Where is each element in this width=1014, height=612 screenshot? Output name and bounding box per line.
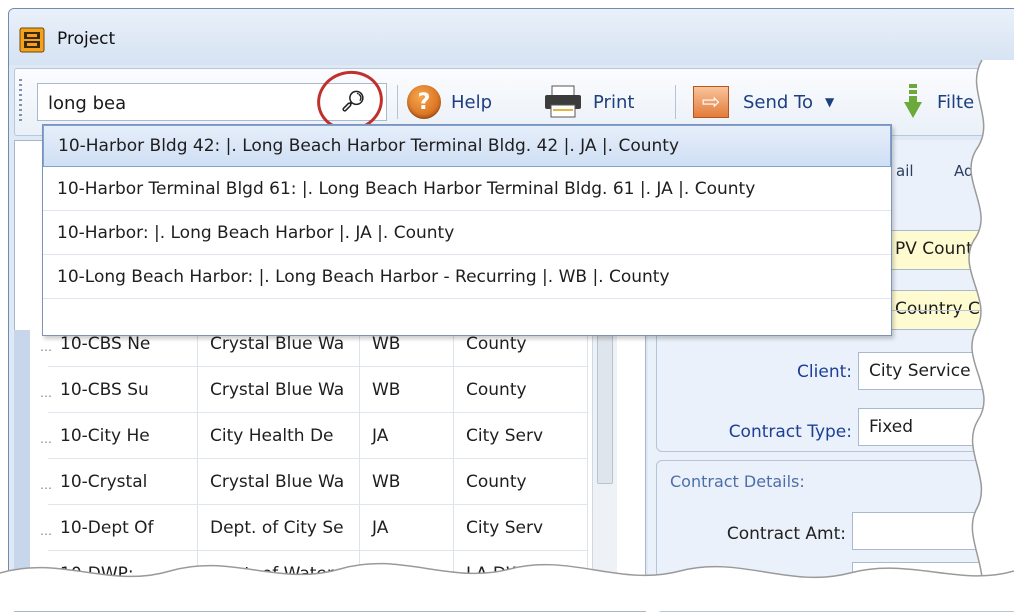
contract-amt-label: Contract Amt: [726, 524, 846, 544]
toolbar-separator [397, 85, 398, 119]
cell: 10-Crystal [48, 458, 198, 504]
print-button[interactable]: Print [543, 83, 634, 121]
help-icon: ? [407, 85, 441, 119]
contract-type-label: Contract Type: [728, 422, 852, 442]
cell: Dept. of City Se [198, 504, 360, 550]
suggestion-item[interactable]: 10-Harbor Bldg 42: |. Long Beach Harbor … [43, 125, 891, 167]
torn-edge-bottom [0, 562, 1014, 611]
help-button[interactable]: ? Help [407, 83, 492, 121]
suggestion-item[interactable]: 10-Harbor: |. Long Beach Harbor |. JA |.… [43, 213, 891, 255]
window-title: Project [57, 29, 116, 49]
table-row[interactable]: 10-City He City Health De JA City Serv [48, 412, 588, 459]
cell: 10-City He [48, 412, 198, 458]
search-suggestions-dropdown: 10-Harbor Bldg 42: |. Long Beach Harbor … [42, 124, 892, 336]
cell: WB [360, 366, 454, 412]
help-label: Help [451, 91, 493, 113]
cell: County [454, 458, 588, 504]
contract-details-title: Contract Details: [670, 472, 811, 491]
cell: City Health De [198, 412, 360, 458]
toolbar-grip[interactable] [19, 79, 22, 123]
send-to-button[interactable]: ⇨ Send To ▼ [693, 83, 834, 121]
cell: City Serv [454, 412, 588, 458]
client-label: Client: [797, 362, 852, 382]
printer-icon [545, 85, 581, 118]
cell: City Serv [454, 504, 588, 550]
table-row[interactable]: 10-Dept Of Dept. of City Se JA City Serv [48, 504, 588, 551]
cell: 10-Dept Of [48, 504, 198, 550]
chevron-down-icon: ▼ [825, 95, 835, 109]
arrow-right-icon: ⇨ [693, 86, 729, 118]
send-to-label: Send To [743, 91, 814, 113]
cell: JA [360, 504, 454, 550]
cell: WB [360, 458, 454, 504]
title-bar: Project [9, 9, 1014, 65]
cell: JA [360, 412, 454, 458]
tab-detail[interactable]: ail [896, 162, 914, 180]
table-row[interactable]: 10-CBS Su Crystal Blue Wa WB County [48, 366, 588, 413]
project-app-icon [19, 27, 45, 53]
scrollbar-thumb[interactable] [597, 332, 613, 484]
table-row[interactable]: 10-Crystal Crystal Blue Wa WB County [48, 458, 588, 505]
suggestion-item[interactable]: 10-Long Beach Harbor: |. Long Beach Harb… [43, 257, 891, 299]
suggestion-item[interactable]: 10-Harbor Terminal Blgd 61: |. Long Beac… [43, 169, 891, 211]
cell: Crystal Blue Wa [198, 458, 360, 504]
cell: Crystal Blue Wa [198, 366, 360, 412]
cell: 10-CBS Su [48, 366, 198, 412]
toolbar-separator [675, 85, 676, 119]
cell: County [454, 366, 588, 412]
torn-edge-right [968, 60, 1014, 611]
filter-arrow-icon [904, 84, 922, 118]
print-label: Print [593, 91, 635, 113]
